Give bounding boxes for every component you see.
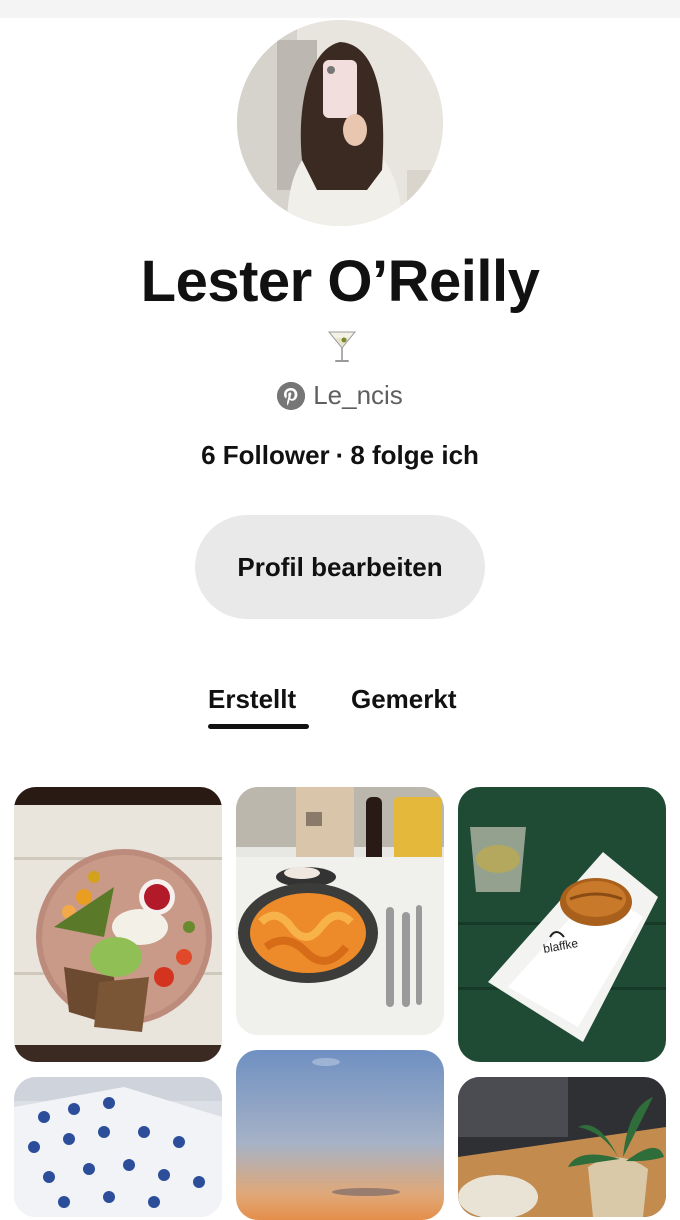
pin-image <box>236 787 444 1035</box>
avatar-photo <box>237 20 443 226</box>
avatar[interactable] <box>237 20 443 226</box>
edit-profile-button[interactable]: Profil bearbeiten <box>195 515 485 619</box>
profile-name: Lester O’Reilly <box>140 249 540 314</box>
profile-tabs: Erstellt Gemerkt <box>0 684 680 734</box>
cocktail-icon <box>326 328 358 366</box>
pin-image <box>14 787 222 1062</box>
pin-image <box>458 1077 666 1217</box>
status-bar-strip <box>0 0 680 18</box>
stats-separator: · <box>335 440 345 470</box>
pinterest-icon <box>277 381 306 410</box>
pin-pastry-bag[interactable]: blaffke <box>458 787 666 1062</box>
pin-pasta-dinner[interactable] <box>236 787 444 1035</box>
following-count[interactable]: 8 folge ich <box>350 440 479 470</box>
pin-porcelain[interactable] <box>14 1077 222 1217</box>
username: Le_ncis <box>313 380 403 410</box>
pin-cafe-table[interactable] <box>458 1077 666 1217</box>
follow-stats: 6 Follower · 8 folge ich <box>0 440 680 471</box>
handle-row: Le_ncis <box>0 380 680 411</box>
tab-saved[interactable]: Gemerkt <box>351 684 457 715</box>
pin-image <box>236 1050 444 1220</box>
tab-created[interactable]: Erstellt <box>208 684 296 715</box>
pin-sunset[interactable] <box>236 1050 444 1220</box>
active-tab-indicator <box>208 724 309 729</box>
pin-salad-plate[interactable] <box>14 787 222 1062</box>
pin-image <box>14 1077 222 1217</box>
pin-image: blaffke <box>458 787 666 1062</box>
followers-count[interactable]: 6 Follower <box>201 440 330 470</box>
